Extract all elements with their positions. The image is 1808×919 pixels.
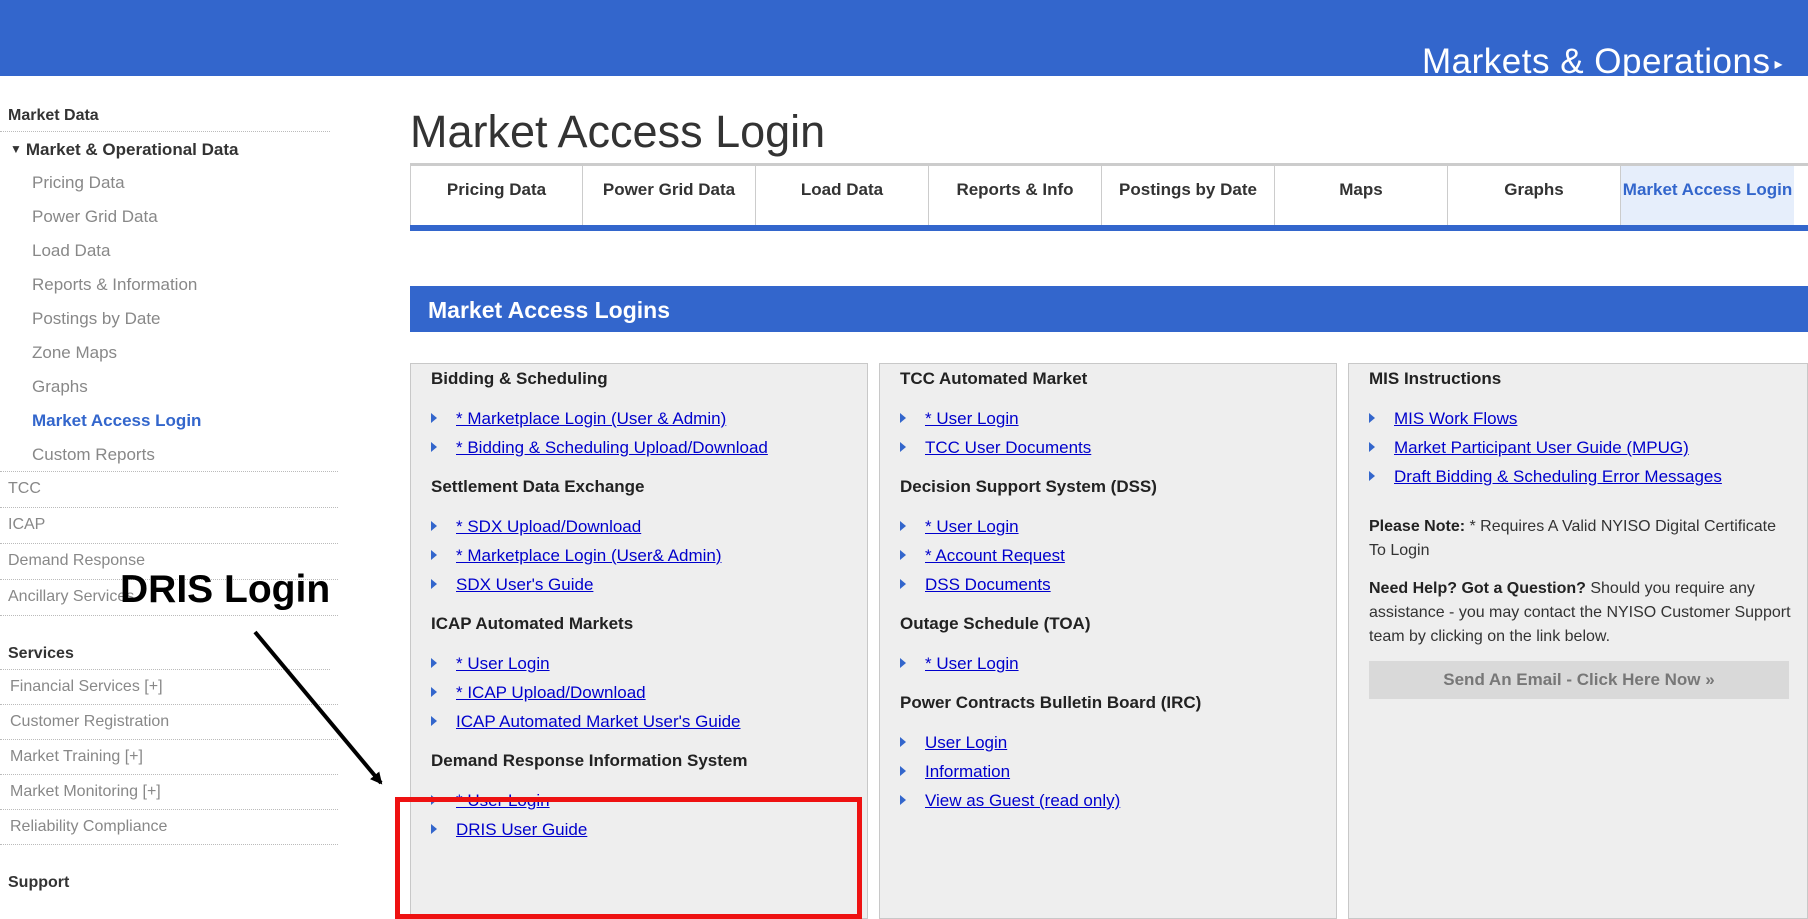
- annotation-label: DRIS Login: [120, 568, 331, 611]
- annotation-highlight-box: [395, 797, 862, 919]
- annotation-arrow: [253, 630, 383, 785]
